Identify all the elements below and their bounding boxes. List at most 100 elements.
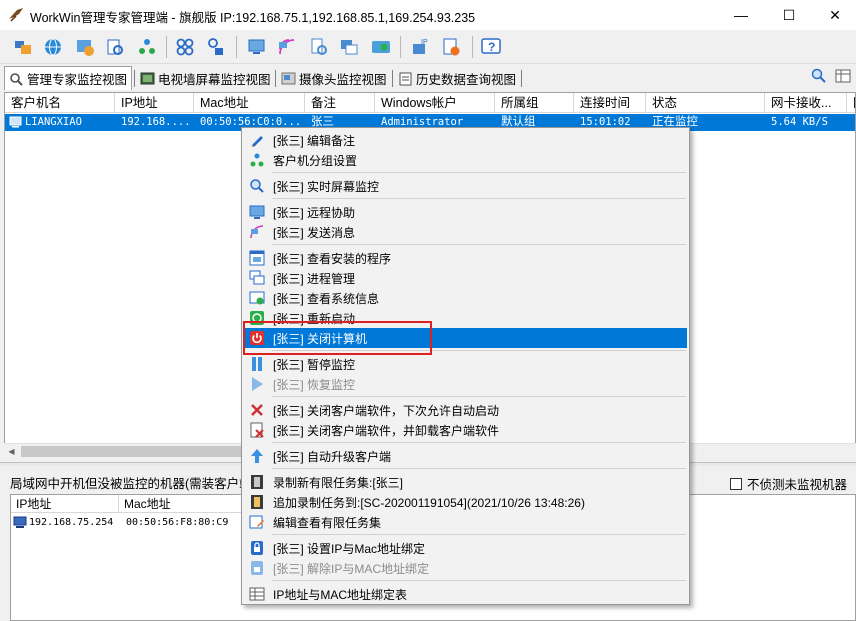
column-header[interactable]: 所属组 [495, 93, 574, 113]
menu-separator [272, 244, 686, 245]
menu-item-realtime-screen[interactable]: [张三] 实时屏幕监控 [244, 176, 687, 196]
search-icon[interactable] [810, 67, 828, 85]
menu-item-label: [张三] 编辑备注 [273, 133, 356, 148]
settings-gear-icon[interactable] [72, 34, 98, 60]
tab-tv-wall[interactable]: 电视墙屏幕监控视图 [136, 68, 275, 89]
column-header[interactable]: Mac地址 [119, 495, 249, 513]
process-windows-icon [249, 270, 265, 286]
main-toolbar: IP ? [0, 30, 856, 64]
grid-view-icon[interactable] [834, 67, 852, 85]
group-icon [249, 152, 265, 168]
play-icon [249, 376, 265, 392]
column-header[interactable]: 网 [847, 93, 855, 113]
menu-item-label: [张三] 解除IP与MAC地址绑定 [273, 561, 430, 576]
scroll-left-arrow-icon[interactable]: ◀ [4, 444, 19, 459]
folder-icon[interactable] [10, 34, 36, 60]
menu-item-bind-table[interactable]: IP地址与MAC地址绑定表 [244, 584, 687, 604]
tab-camera[interactable]: 摄像头监控视图 [277, 68, 391, 89]
title-bar: WorkWin管理专家管理端 - 旗舰版 IP:192.168.75.1,192… [0, 0, 856, 30]
cog-tree-icon[interactable] [134, 34, 160, 60]
column-header[interactable]: 网卡接收... [765, 93, 847, 113]
column-header[interactable]: 备注 [305, 93, 375, 113]
menu-item-resume-monitor[interactable]: [张三] 恢复监控 [244, 374, 687, 394]
help-icon[interactable]: ? [478, 34, 504, 60]
camera-icon[interactable] [368, 34, 394, 60]
column-header[interactable]: Mac地址 [194, 93, 305, 113]
menu-item-label: [张三] 暂停监控 [273, 357, 356, 372]
menu-item-installed-programs[interactable]: [张三] 查看安装的程序 [244, 248, 687, 268]
maximize-button[interactable]: ☐ [766, 0, 812, 30]
menu-item-record-task[interactable]: 录制新有限任务集:[张三] [244, 472, 687, 492]
message-icon[interactable] [274, 34, 300, 60]
checkbox-box[interactable] [730, 477, 742, 490]
menu-item-label: [张三] 恢复监控 [273, 377, 356, 392]
menu-item-label: [张三] 查看安装的程序 [273, 251, 392, 266]
ip-icon[interactable]: IP [408, 34, 434, 60]
scroll-thumb[interactable] [21, 446, 251, 457]
menu-item-label: 录制新有限任务集:[张三] [273, 475, 404, 490]
upgrade-arrow-icon [249, 448, 265, 464]
menu-item-pause-monitor[interactable]: [张三] 暂停监控 [244, 354, 687, 374]
pencil-icon [249, 132, 265, 148]
remote-monitor-icon [249, 204, 265, 220]
tab-expert-monitor[interactable]: 管理专家监控视图 [4, 66, 133, 90]
column-header[interactable]: IP地址 [115, 93, 194, 113]
menu-item-unbind-ip-mac[interactable]: [张三] 解除IP与MAC地址绑定 [244, 558, 687, 578]
close-button[interactable]: ✕ [812, 0, 856, 30]
panel-title: 局域网中开机但没被监控的机器(需装客户端 [10, 477, 252, 491]
menu-item-group-settings[interactable]: 客户机分组设置 [244, 150, 687, 170]
menu-item-label: [张三] 进程管理 [273, 271, 356, 286]
column-header[interactable]: 连接时间 [574, 93, 646, 113]
toolbar-separator [236, 36, 237, 58]
menu-item-label: [张三] 设置IP与Mac地址绑定 [273, 541, 426, 556]
minimize-button[interactable]: — [718, 0, 764, 30]
history-doc-icon [399, 72, 412, 85]
magnifier-icon [10, 72, 23, 86]
search-doc-icon[interactable] [306, 34, 332, 60]
column-header[interactable]: Windows帐户 [375, 93, 495, 113]
column-header[interactable]: 状态 [646, 93, 765, 113]
menu-item-label: 编辑查看有限任务集 [273, 515, 382, 530]
menu-separator [272, 534, 686, 535]
menu-item-system-info[interactable]: [张三] 查看系统信息 [244, 288, 687, 308]
bird-logo-icon [9, 8, 23, 22]
windows-icon[interactable] [336, 34, 362, 60]
menu-separator [272, 468, 686, 469]
menu-item-edit-tasks[interactable]: 编辑查看有限任务集 [244, 512, 687, 532]
column-header[interactable]: IP地址 [11, 495, 119, 513]
magnifier-icon [249, 178, 265, 194]
menu-item-edit-note[interactable]: [张三] 编辑备注 [244, 130, 687, 150]
message-wave-icon [249, 224, 265, 240]
tab-label: 历史数据查询视图 [416, 73, 517, 87]
menu-item-uninstall-client[interactable]: [张三] 关闭客户端软件，并卸载客户端软件 [244, 420, 687, 440]
menu-item-close-client[interactable]: [张三] 关闭客户端软件，下次允许自动启动 [244, 400, 687, 420]
tab-label: 摄像头监控视图 [299, 73, 387, 87]
edit-task-icon [249, 514, 265, 530]
menu-item-process-manage[interactable]: [张三] 进程管理 [244, 268, 687, 288]
globe-icon[interactable] [40, 34, 66, 60]
no-detect-checkbox[interactable]: 不侦测未监视机器 [730, 474, 847, 493]
screen-remote-icon[interactable] [244, 34, 270, 60]
menu-item-bind-ip-mac[interactable]: [张三] 设置IP与Mac地址绑定 [244, 538, 687, 558]
monitor-search-icon[interactable] [102, 34, 128, 60]
menu-item-append-task[interactable]: 追加录制任务到:[SC-202001191054](2021/10/26 13:… [244, 492, 687, 512]
menu-separator [272, 172, 686, 173]
annotation-highlight-box [243, 321, 432, 355]
menu-item-label: [张三] 实时屏幕监控 [273, 179, 380, 194]
grid-icon[interactable] [172, 34, 198, 60]
menu-separator [272, 396, 686, 397]
menu-item-send-message[interactable]: [张三] 发送消息 [244, 222, 687, 242]
menu-item-label: IP地址与MAC地址绑定表 [273, 587, 408, 602]
menu-item-remote-assist[interactable]: [张三] 远程协助 [244, 202, 687, 222]
alert-doc-icon[interactable] [438, 34, 464, 60]
menu-item-label: 追加录制任务到:[SC-202001191054](2021/10/26 13:… [273, 495, 585, 510]
column-header[interactable]: 客户机名 [5, 93, 115, 113]
user-lock-icon[interactable] [202, 34, 228, 60]
film-add-icon [249, 494, 265, 510]
cell-ip: 192.168.... [121, 116, 191, 128]
tab-history[interactable]: 历史数据查询视图 [394, 68, 520, 89]
menu-item-label: [张三] 远程协助 [273, 205, 356, 220]
toolbar-separator [472, 36, 473, 58]
cell-mac: 00:50:56:F8:80:C9 [126, 517, 229, 528]
menu-item-auto-upgrade[interactable]: [张三] 自动升级客户端 [244, 446, 687, 466]
